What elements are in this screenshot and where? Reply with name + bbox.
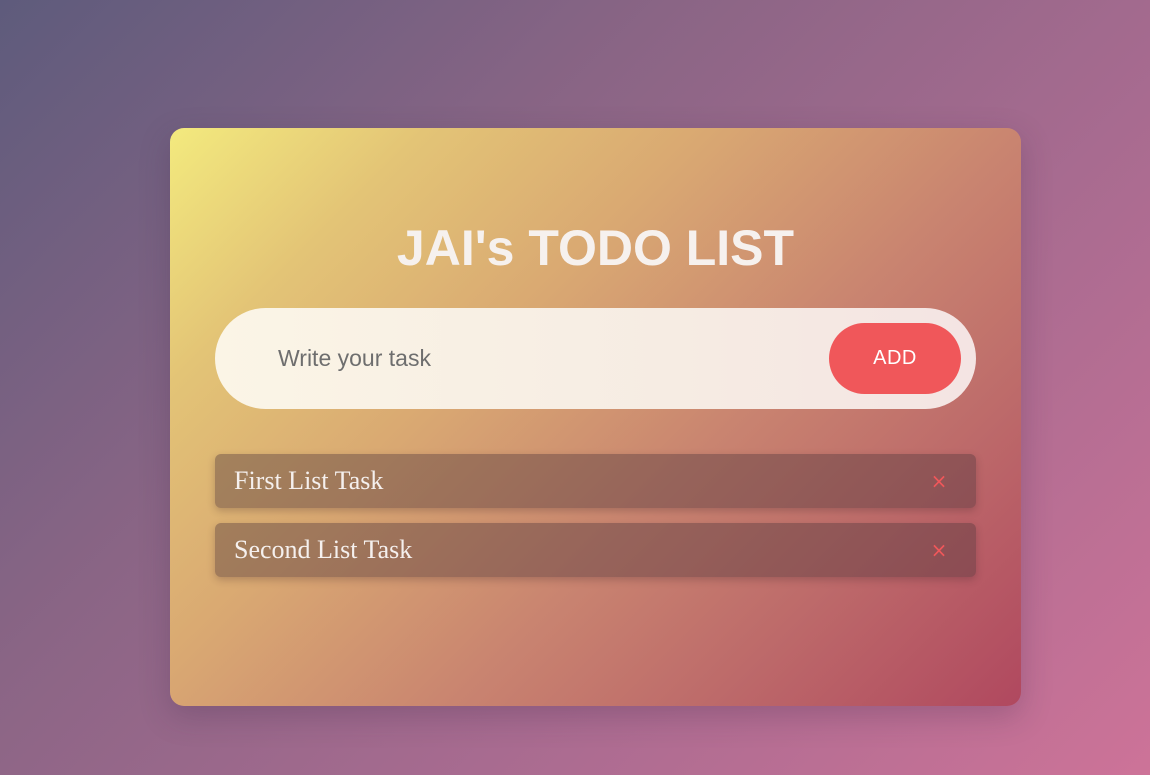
close-icon[interactable]: × [924,535,954,565]
page-title: JAI's TODO LIST [396,220,795,276]
task-input[interactable] [278,338,798,378]
add-task-button[interactable]: ADD [829,323,961,394]
todo-card: JAI's TODO LIST ADD First List Task × Se… [170,128,1021,706]
task-item: Second List Task × [215,523,976,577]
close-icon[interactable]: × [924,466,954,496]
task-list: First List Task × Second List Task × [215,454,976,592]
task-item: First List Task × [215,454,976,508]
task-text: First List Task [234,466,384,495]
task-input-row: ADD [215,308,976,409]
task-text: Second List Task [234,535,413,564]
